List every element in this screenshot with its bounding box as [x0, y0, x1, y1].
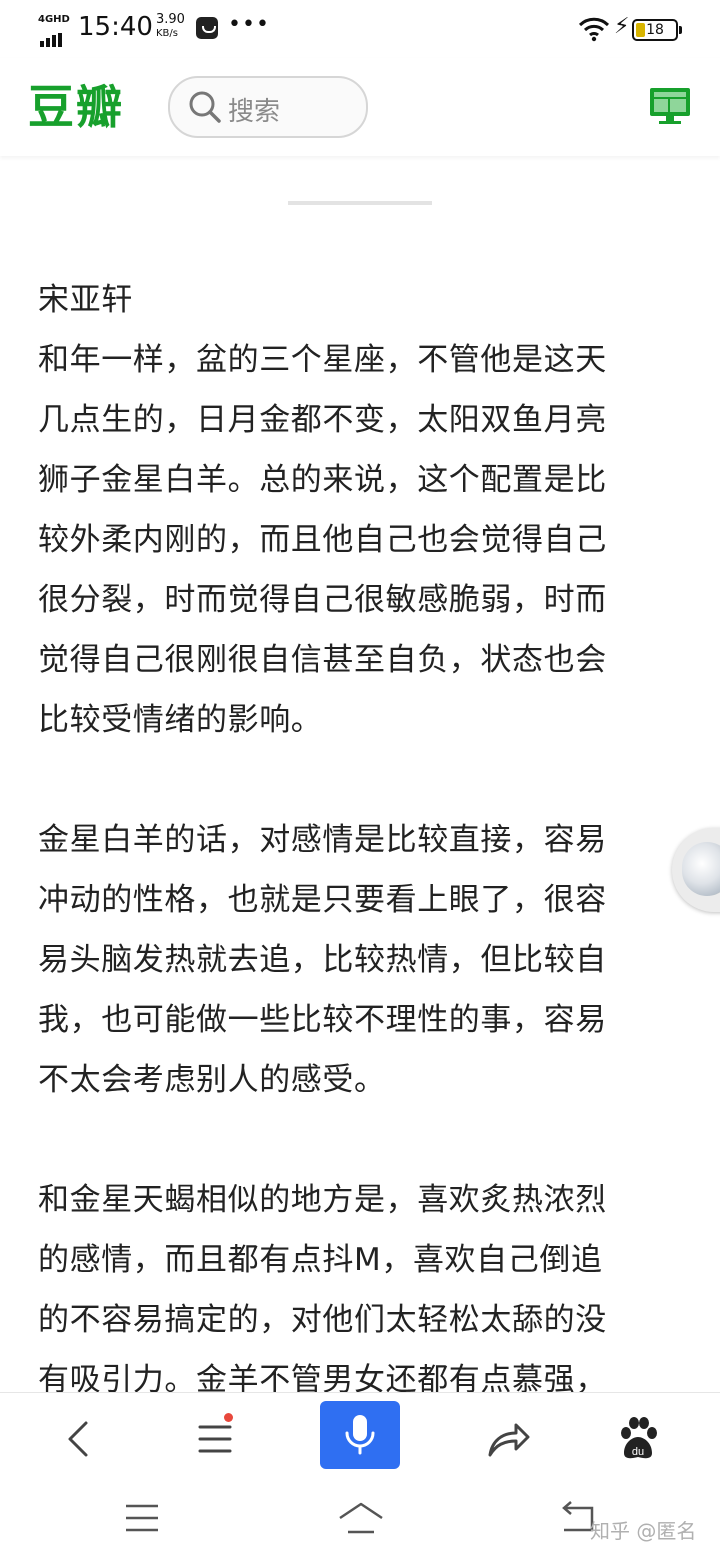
menu-notification-dot [224, 1413, 233, 1422]
svg-text:du: du [632, 1446, 644, 1458]
text-line: 和年一样，盆的三个星座，不管他是这天 [38, 342, 607, 378]
text-line: 冲动的性格，也就是只要看上眼了，很容 [38, 882, 607, 918]
charging-icon: ⚡ [614, 14, 630, 39]
browser-toolbar: du [0, 1392, 720, 1485]
assistant-avatar-icon [682, 842, 720, 896]
wifi-icon [578, 17, 610, 42]
speed-value: 3.90 [156, 12, 185, 27]
text-line: 宋亚轩 [38, 282, 133, 318]
search-icon [189, 91, 221, 123]
text-line: 狮子金星白羊。总的来说，这个配置是比 [38, 462, 607, 498]
text-line: 的感情，而且都有点抖M，喜欢自己倒追 [38, 1242, 603, 1278]
share-icon[interactable] [482, 1413, 534, 1465]
microphone-icon [345, 1415, 375, 1455]
baidu-paw-icon[interactable]: du [612, 1413, 664, 1465]
signal-icon: 4GHD [38, 14, 72, 47]
home-icon[interactable] [336, 1498, 386, 1538]
text-line: 不太会考虑别人的感受。 [38, 1062, 386, 1098]
battery-icon: 18 [632, 19, 682, 41]
text-line: 比较受情绪的影响。 [38, 702, 323, 738]
back-icon[interactable] [52, 1413, 104, 1465]
message-notification-icon [196, 17, 218, 39]
text-line: 很分裂，时而觉得自己很敏感脆弱，时而 [38, 582, 607, 618]
network-speed: 3.90 KB/s [156, 13, 185, 41]
status-bar: 4GHD 15:40 3.90 KB/s ••• ⚡ 18 [0, 0, 720, 58]
paragraph: 金星白羊的话，对感情是比较直接，容易 冲动的性格，也就是只要看上眼了，很容 易头… [38, 810, 688, 1110]
text-line: 和金星天蝎相似的地方是，喜欢炙热浓烈 [38, 1182, 607, 1218]
text-line: 较外柔内刚的，而且他自己也会觉得自己 [38, 522, 607, 558]
text-line: 觉得自己很刚很自信甚至自负，状态也会 [38, 642, 607, 678]
voice-search-button[interactable] [320, 1401, 400, 1469]
app-header: 豆瓣 搜索 [0, 58, 720, 156]
network-type: 4GHD [38, 14, 70, 25]
clock: 15:40 [78, 12, 153, 42]
article-body: 宋亚轩 和年一样，盆的三个星座，不管他是这天 几点生的，日月金都不变，太阳双鱼月… [38, 270, 688, 1410]
text-line: 几点生的，日月金都不变，太阳双鱼月亮 [38, 402, 607, 438]
douban-logo[interactable]: 豆瓣 [28, 80, 124, 134]
search-placeholder: 搜索 [228, 97, 281, 127]
text-line: 的不容易搞定的，对他们太轻松太舔的没 [38, 1302, 607, 1338]
desktop-mode-icon[interactable] [648, 86, 692, 126]
search-box[interactable]: 搜索 [168, 76, 368, 138]
menu-icon[interactable] [190, 1413, 242, 1465]
paragraph: 宋亚轩 和年一样，盆的三个星座，不管他是这天 几点生的，日月金都不变，太阳双鱼月… [38, 270, 688, 750]
content-divider [288, 201, 432, 205]
paragraph: 和金星天蝎相似的地方是，喜欢炙热浓烈 的感情，而且都有点抖M，喜欢自己倒追 的不… [38, 1170, 688, 1410]
text-line: 我，也可能做一些比较不理性的事，容易 [38, 1002, 607, 1038]
battery-level: 18 [646, 22, 664, 38]
zhihu-watermark: 知乎 @匿名 [590, 1519, 697, 1543]
text-line: 易头脑发热就去追，比较热情，但比较自 [38, 942, 607, 978]
text-line: 金星白羊的话，对感情是比较直接，容易 [38, 822, 607, 858]
recent-apps-icon[interactable] [120, 1498, 164, 1538]
speed-unit: KB/s [156, 28, 178, 39]
more-notifications-icon: ••• [228, 12, 270, 37]
